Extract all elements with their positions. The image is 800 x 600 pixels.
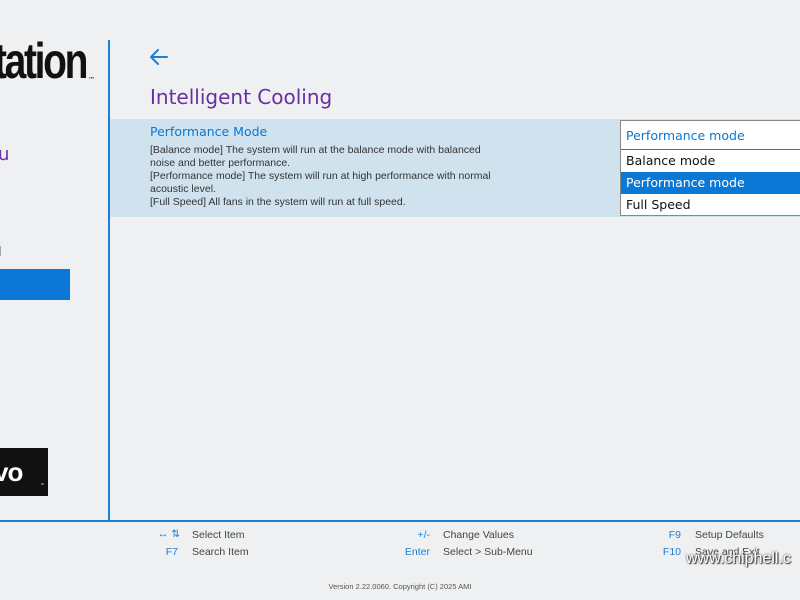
hotkey-sub-menu: Select > Sub-Menu bbox=[443, 546, 533, 558]
sidebar-item-selected[interactable] bbox=[0, 269, 70, 300]
description-line: noise and better performance. bbox=[150, 157, 291, 169]
option-label: Balance mode bbox=[626, 153, 716, 168]
description-line: [Balance mode] The system will run at th… bbox=[150, 144, 481, 156]
dropdown-option-balance[interactable]: Balance mode bbox=[621, 150, 800, 172]
horizontal-divider bbox=[0, 520, 800, 522]
dropdown-option-performance[interactable]: Performance mode bbox=[621, 172, 800, 194]
logo-trademark: ™ bbox=[40, 483, 45, 489]
setting-description: [Balance mode] The system will run at th… bbox=[150, 144, 530, 209]
back-button[interactable] bbox=[146, 44, 172, 70]
setting-label: Performance Mode bbox=[150, 124, 268, 139]
plus-minus-key: +/- bbox=[417, 529, 430, 541]
dropdown-option-full-speed[interactable]: Full Speed bbox=[621, 194, 800, 216]
performance-mode-dropdown[interactable]: Performance mode Balance mode Performanc… bbox=[620, 120, 800, 216]
page-title: Intelligent Cooling bbox=[150, 85, 333, 109]
description-line: acoustic level. bbox=[150, 183, 216, 195]
f7-key: F7 bbox=[165, 546, 178, 558]
lenovo-logo: vo ™ bbox=[0, 448, 48, 496]
hotkey-setup-defaults: Setup Defaults bbox=[695, 529, 764, 541]
description-line: [Full Speed] All fans in the system will… bbox=[150, 196, 406, 208]
enter-key: Enter bbox=[404, 546, 430, 558]
sidebar: tation ™ u l vo ™ bbox=[0, 0, 108, 520]
arrow-left-icon bbox=[150, 49, 168, 65]
version-info: Version 2.22.0060. Copyright (C) 2025 AM… bbox=[328, 582, 472, 591]
logo-text: vo bbox=[0, 457, 23, 487]
arrows-key-icon: ↔ ⇅ bbox=[157, 528, 180, 540]
option-label: Full Speed bbox=[626, 197, 691, 212]
f10-key: F10 bbox=[662, 546, 681, 558]
sidebar-item-main[interactable]: u bbox=[0, 144, 9, 165]
sidebar-item-secondary[interactable]: l bbox=[0, 245, 2, 260]
dropdown-current-value: Performance mode bbox=[626, 128, 745, 143]
option-label: Performance mode bbox=[626, 175, 745, 190]
description-line: [Performance mode] The system will run a… bbox=[150, 170, 491, 182]
hotkey-change-values: Change Values bbox=[443, 529, 515, 541]
watermark: www.chiphell.c bbox=[686, 550, 791, 567]
brand-trademark: ™ bbox=[88, 76, 95, 84]
hotkey-search-item: Search Item bbox=[192, 546, 249, 558]
vertical-divider bbox=[108, 40, 110, 522]
hotkey-select-item: Select Item bbox=[192, 529, 245, 541]
f9-key: F9 bbox=[668, 529, 681, 541]
brand-name: tation bbox=[0, 33, 88, 89]
